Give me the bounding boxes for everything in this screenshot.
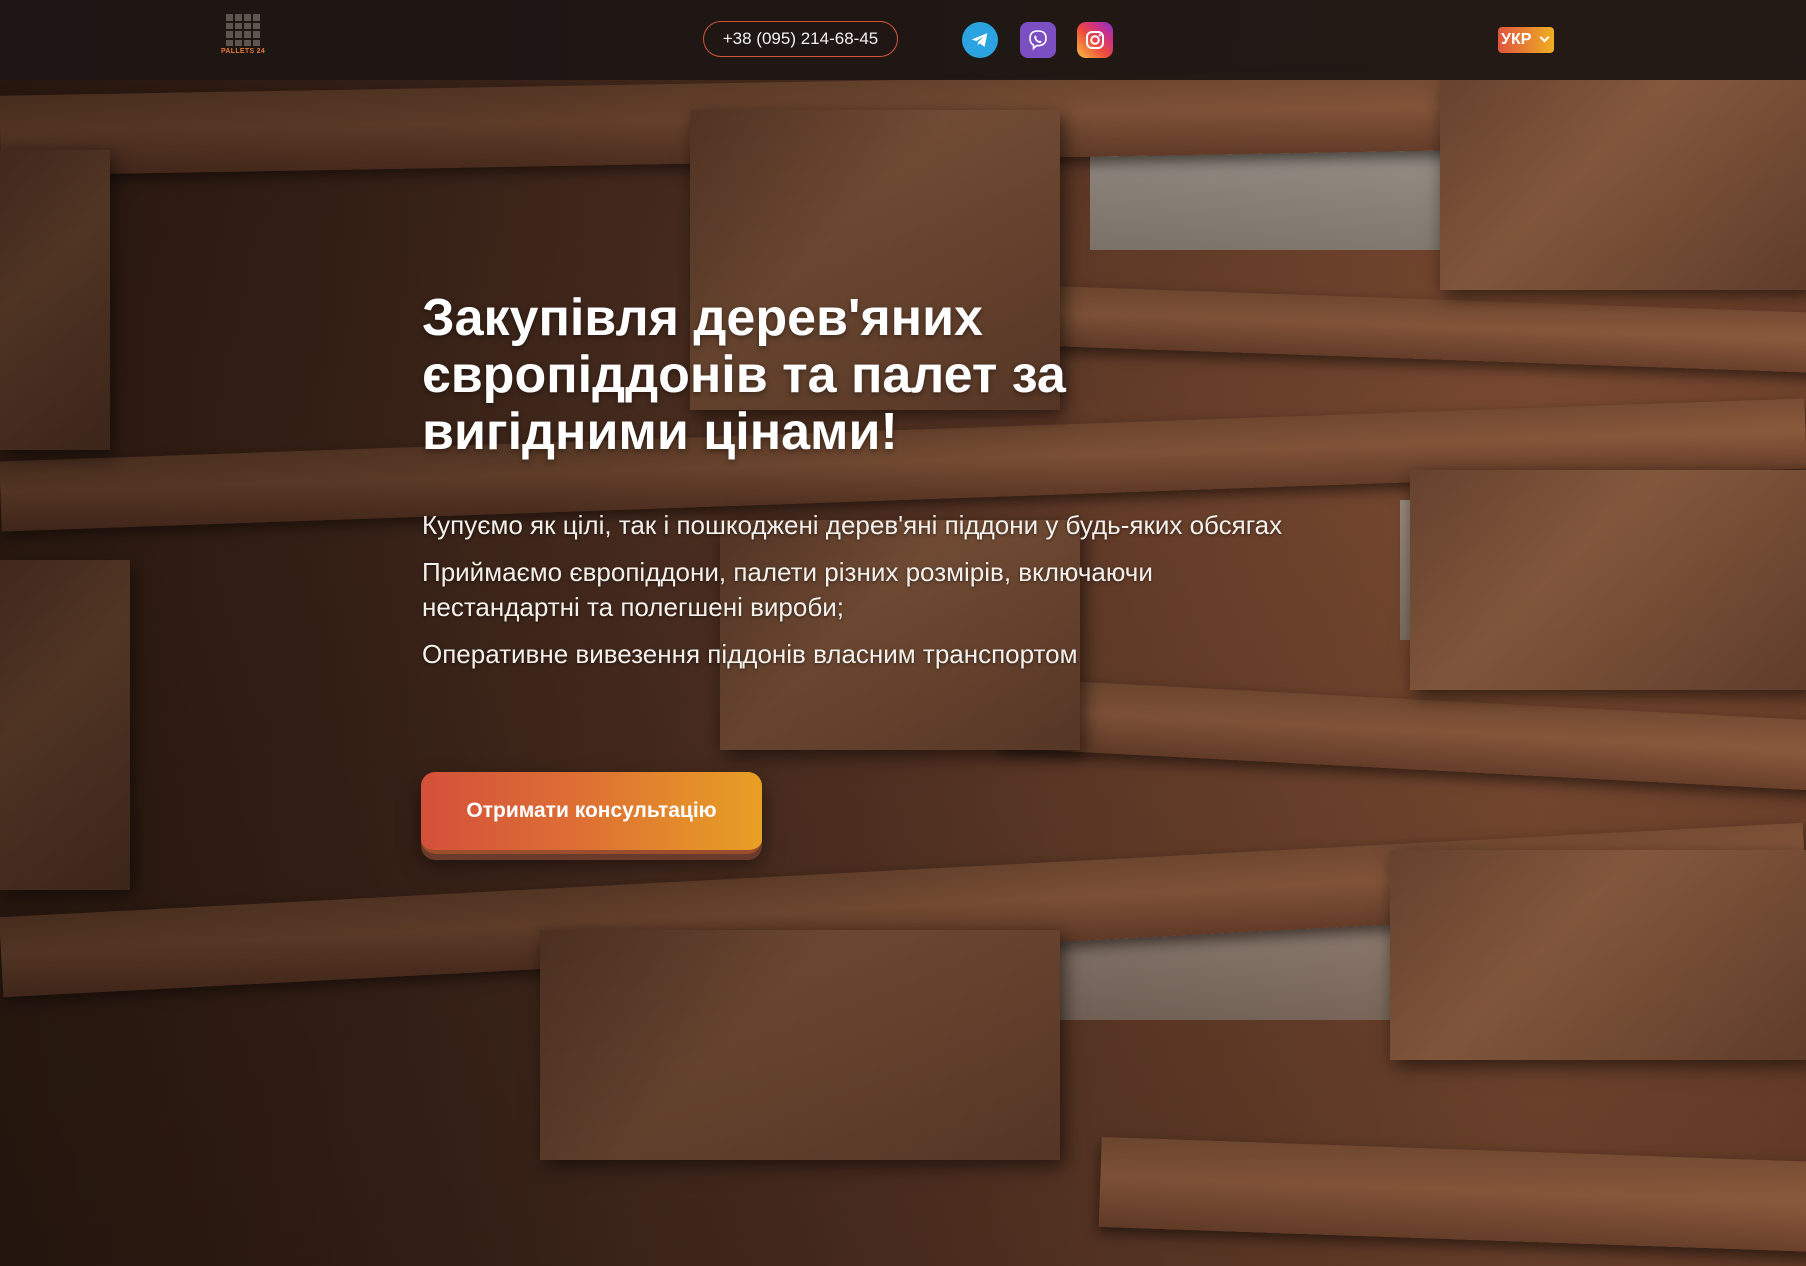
logo-mark-icon — [226, 14, 260, 46]
hero-bullet: Оперативне вивезення піддонів власним тр… — [422, 639, 1078, 669]
language-label: УКР — [1501, 31, 1532, 48]
chevron-down-icon — [1539, 32, 1550, 43]
logo-text: PALLETS 24 — [220, 48, 266, 55]
language-select[interactable]: УКР — [1498, 27, 1554, 53]
logo[interactable]: PALLETS 24 — [218, 14, 268, 60]
hero-bullet: Купуємо як цілі, так і пошкоджені дерев'… — [422, 510, 1283, 540]
page: PALLETS 24 +38 (095) 214-68-45 УКР Закуп… — [0, 0, 1806, 1266]
hero-title: Закупівля дерев'яних європіддонів та пал… — [422, 289, 1066, 461]
phone-link[interactable]: +38 (095) 214-68-45 — [703, 21, 898, 57]
hero-bullet: Приймаємо європіддони, палети різних роз… — [422, 557, 1153, 622]
instagram-icon — [1086, 31, 1104, 49]
viber-icon — [1029, 30, 1047, 51]
site-header: PALLETS 24 +38 (095) 214-68-45 УКР — [0, 0, 1806, 80]
hero-bullets: Купуємо як цілі, так і пошкоджені дерев'… — [422, 508, 1302, 684]
telegram-icon — [971, 33, 988, 47]
instagram-link[interactable] — [1077, 22, 1113, 58]
viber-link[interactable] — [1020, 22, 1056, 58]
telegram-link[interactable] — [962, 22, 998, 58]
get-consultation-button[interactable]: Отримати консультацію — [421, 772, 762, 854]
